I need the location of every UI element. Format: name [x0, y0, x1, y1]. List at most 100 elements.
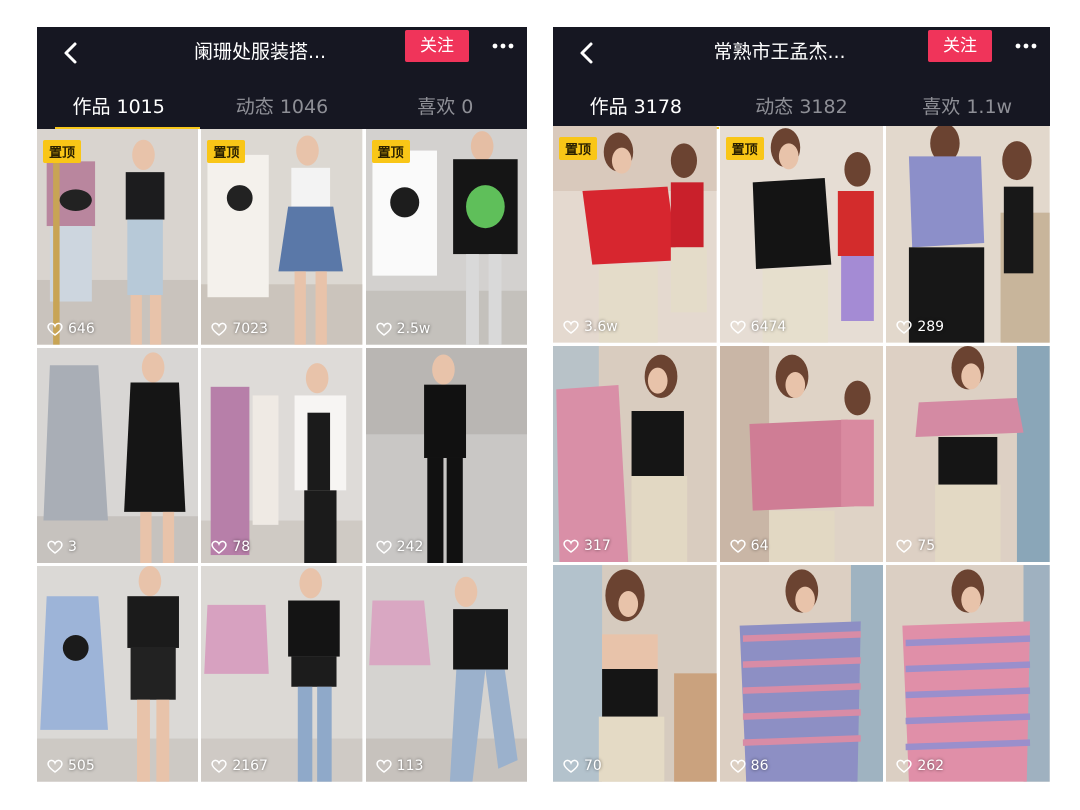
like-count-text: 75 [917, 538, 936, 555]
video-thumbnail[interactable]: 置顶 7023 [201, 129, 363, 345]
heart-icon [896, 320, 912, 334]
like-count: 70 [563, 758, 602, 774]
heart-icon [47, 541, 63, 555]
like-count: 2167 [211, 758, 268, 774]
video-thumbnail[interactable]: 2167 [201, 566, 363, 782]
video-grid: 置顶 3.6w 置顶 6474 289 317 64 75 70 86 262 [553, 126, 1050, 782]
pinned-badge: 置顶 [371, 140, 410, 163]
video-thumbnail-image [37, 347, 199, 564]
video-thumbnail[interactable]: 64 [719, 345, 884, 563]
heart-icon [376, 541, 392, 555]
pinned-badge: 置顶 [43, 140, 82, 163]
heart-icon [730, 759, 746, 773]
follow-button[interactable]: 关注 [928, 30, 992, 62]
profile-screen-right: 常熟市王孟杰... 关注 作品 3178 动态 3182 喜欢 1.1w 置顶 … [553, 27, 1050, 782]
like-count-text: 3 [68, 539, 77, 556]
pinned-badge: 置顶 [725, 137, 764, 160]
video-thumbnail[interactable]: 242 [365, 347, 527, 564]
header: 常熟市王孟杰... 关注 [553, 27, 1050, 77]
video-thumbnail-image [886, 565, 1050, 782]
like-count-text: 78 [232, 539, 251, 556]
like-count-text: 6474 [750, 318, 787, 335]
video-thumbnail[interactable]: 置顶 3.6w [553, 126, 717, 343]
video-thumbnail-image [365, 347, 527, 564]
like-count: 64 [730, 538, 769, 555]
heart-icon [376, 759, 392, 773]
profile-title: 阑珊处服装搭... [193, 41, 327, 63]
tab-activity[interactable]: 动态 1046 [200, 77, 363, 129]
like-count-text: 3.6w [584, 318, 618, 335]
video-thumbnail[interactable]: 262 [886, 565, 1050, 782]
video-thumbnail[interactable]: 75 [886, 345, 1050, 563]
like-count-text: 289 [917, 318, 945, 335]
like-count-text: 505 [68, 758, 95, 774]
pinned-badge: 置顶 [207, 140, 246, 163]
video-thumbnail[interactable]: 置顶 646 [37, 129, 199, 345]
like-count: 75 [896, 538, 935, 554]
video-thumbnail-image [37, 566, 199, 782]
like-count-text: 86 [750, 758, 769, 774]
more-icon[interactable] [491, 38, 515, 54]
video-thumbnail[interactable]: 70 [553, 565, 717, 782]
tab-activity[interactable]: 动态 3182 [719, 77, 885, 129]
video-thumbnail-image [719, 345, 884, 563]
video-thumbnail[interactable]: 78 [201, 347, 363, 564]
video-thumbnail-image [201, 566, 363, 782]
video-thumbnail[interactable]: 86 [719, 565, 884, 782]
video-thumbnail[interactable]: 置顶 6474 [719, 126, 884, 343]
video-thumbnail[interactable]: 505 [37, 566, 199, 782]
like-count: 86 [730, 758, 769, 774]
video-thumbnail-image [553, 345, 717, 563]
video-grid: 置顶 646 置顶 7023 置顶 2.5w 3 78 242 505 2167… [37, 129, 527, 782]
tab-works[interactable]: 作品 3178 [553, 77, 719, 129]
heart-icon [47, 759, 63, 773]
heart-icon [376, 322, 392, 336]
more-icon[interactable] [1014, 38, 1038, 54]
heart-icon [896, 540, 912, 554]
video-thumbnail[interactable]: 113 [365, 566, 527, 782]
video-thumbnail-image [553, 565, 717, 782]
video-thumbnail[interactable]: 317 [553, 345, 717, 563]
tab-works[interactable]: 作品 1015 [37, 77, 201, 129]
profile-screen-left: 阑珊处服装搭... 关注 作品 1015 动态 1046 喜欢 0 置顶 646 [37, 27, 527, 782]
video-thumbnail[interactable]: 289 [886, 126, 1050, 343]
pinned-badge: 置顶 [559, 137, 598, 160]
video-thumbnail-image [365, 566, 527, 782]
profile-tabs: 作品 3178 动态 3182 喜欢 1.1w [553, 77, 1050, 129]
like-count: 242 [376, 539, 424, 556]
like-count: 3 [47, 539, 77, 555]
like-count-text: 64 [750, 538, 769, 555]
heart-icon [730, 540, 746, 554]
like-count: 505 [47, 758, 95, 774]
back-arrow-icon[interactable] [57, 39, 85, 67]
like-count-text: 2167 [232, 758, 268, 774]
follow-button[interactable]: 关注 [405, 30, 469, 62]
heart-icon [211, 322, 227, 336]
like-count-text: 317 [584, 538, 611, 555]
like-count: 262 [896, 758, 944, 774]
like-count-text: 242 [396, 539, 424, 556]
heart-icon [563, 320, 579, 334]
profile-title: 常熟市王孟杰... [713, 41, 846, 63]
heart-icon [563, 759, 579, 773]
like-count: 113 [376, 758, 424, 774]
like-count-text: 2.5w [396, 320, 431, 337]
like-count: 3.6w [563, 319, 618, 335]
tab-likes[interactable]: 喜欢 0 [364, 77, 527, 129]
header: 阑珊处服装搭... 关注 [37, 27, 527, 77]
like-count-text: 113 [396, 758, 424, 774]
video-thumbnail[interactable]: 置顶 2.5w [365, 129, 527, 345]
back-arrow-icon[interactable] [573, 39, 601, 67]
like-count-text: 70 [584, 758, 602, 774]
video-thumbnail[interactable]: 3 [37, 347, 199, 564]
video-thumbnail-image [201, 347, 363, 564]
like-count: 2.5w [376, 320, 431, 337]
like-count: 317 [563, 538, 611, 554]
profile-tabs: 作品 1015 动态 1046 喜欢 0 [37, 77, 527, 129]
like-count-text: 646 [68, 320, 95, 337]
tab-likes[interactable]: 喜欢 1.1w [884, 77, 1050, 129]
like-count: 646 [47, 321, 95, 337]
heart-icon [211, 541, 227, 555]
heart-icon [563, 540, 579, 554]
like-count: 289 [896, 319, 944, 335]
